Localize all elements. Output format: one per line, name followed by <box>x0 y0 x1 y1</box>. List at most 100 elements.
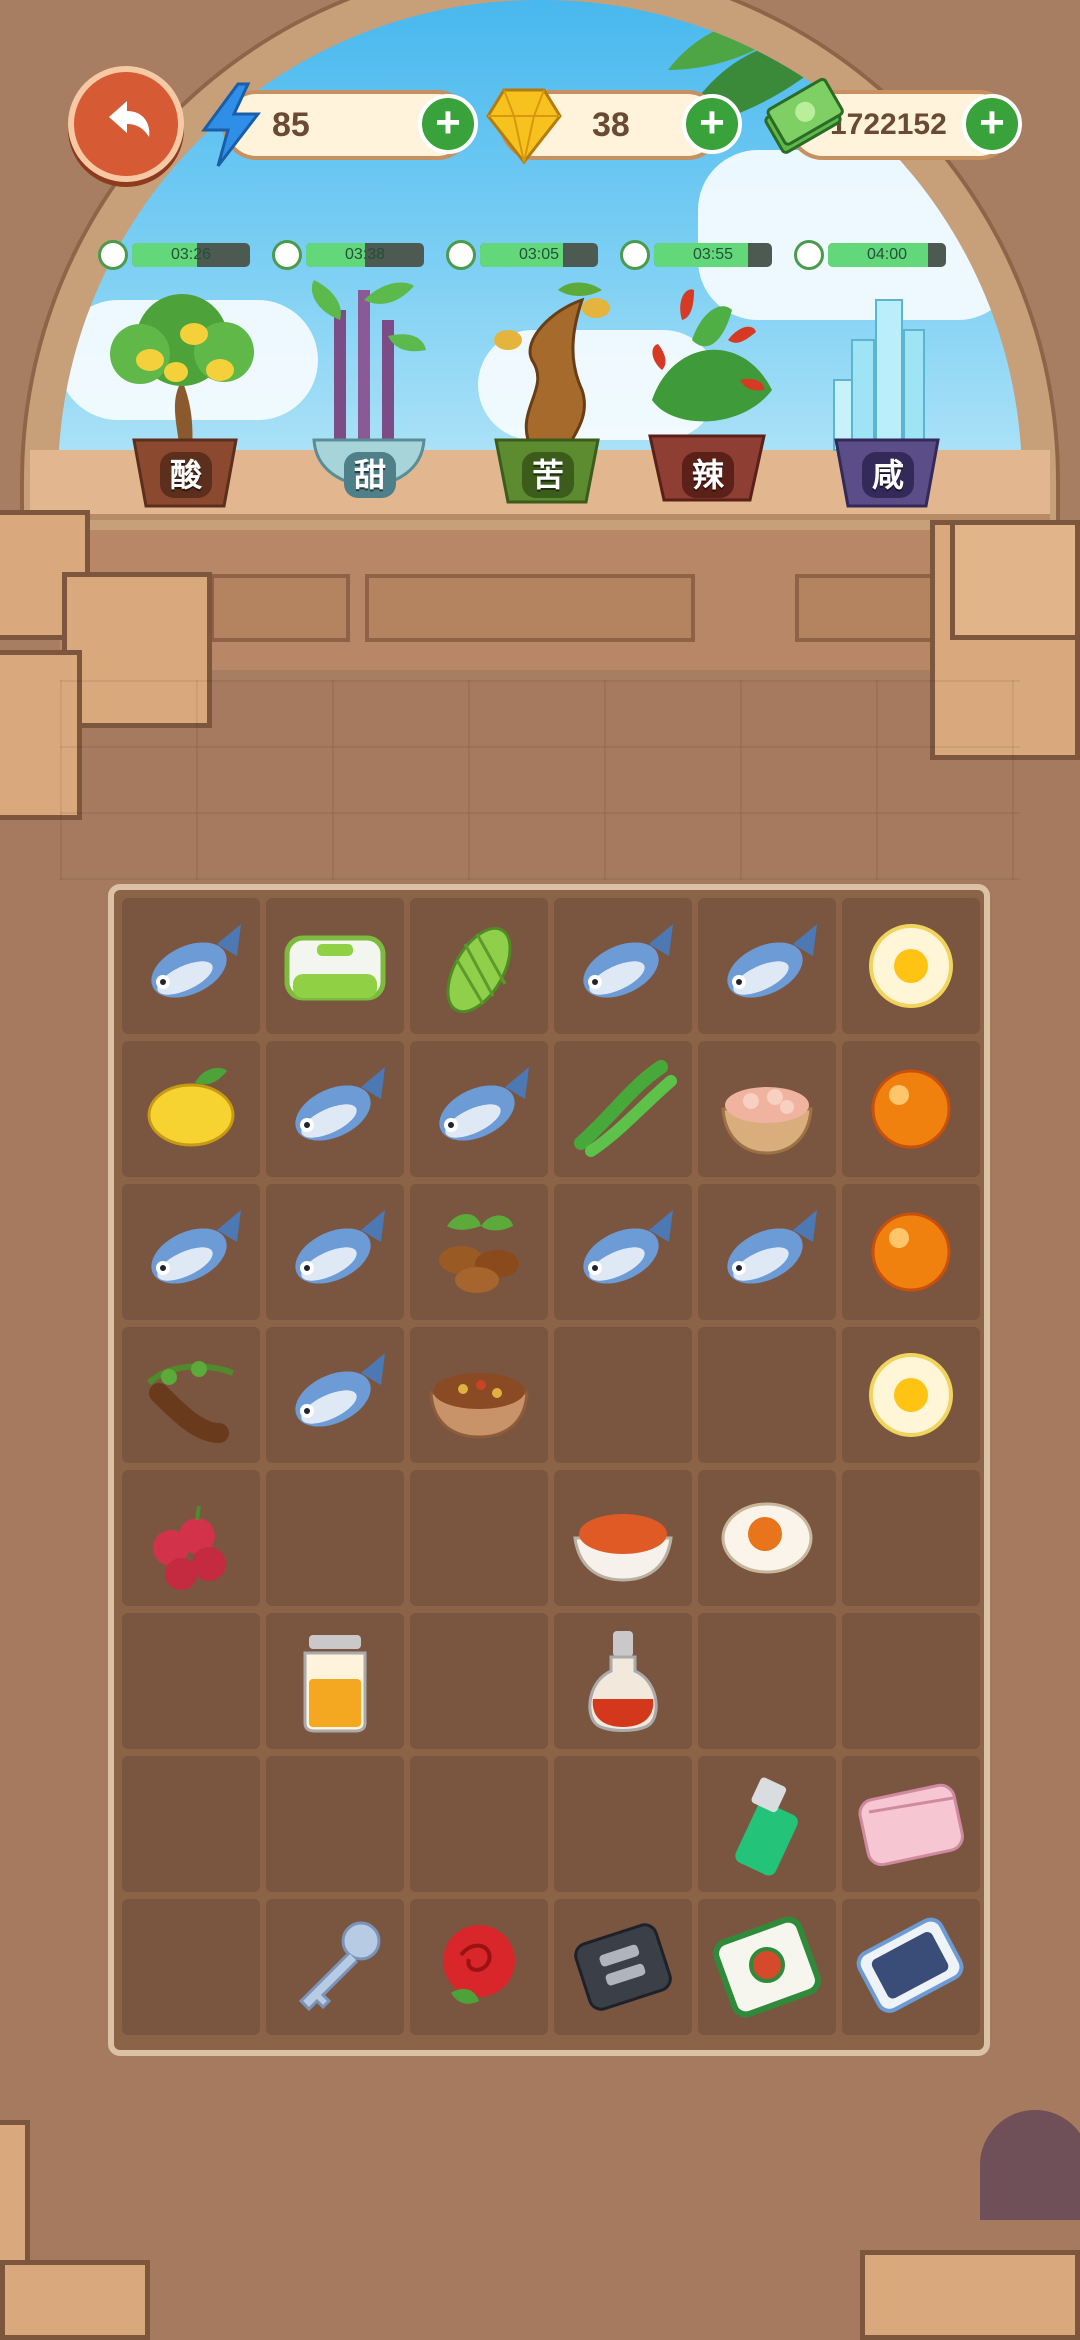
board-cell[interactable] <box>842 1613 980 1749</box>
jar <box>980 2110 1080 2220</box>
add-energy-button[interactable]: + <box>418 94 478 154</box>
fish-icon[interactable] <box>129 904 253 1028</box>
orange-gem-icon[interactable] <box>849 1047 973 1171</box>
fish-icon[interactable] <box>129 1190 253 1314</box>
car-key-icon[interactable] <box>561 1905 685 2029</box>
fish-icon[interactable] <box>417 1047 541 1171</box>
board-cell[interactable] <box>410 1756 548 1892</box>
board-cell[interactable] <box>698 1327 836 1463</box>
board-cell[interactable] <box>266 1756 404 1892</box>
fried-egg-icon[interactable] <box>849 1333 973 1457</box>
board-cell[interactable] <box>266 1899 404 2035</box>
board-cell[interactable] <box>842 898 980 1034</box>
board-cell[interactable] <box>842 1041 980 1177</box>
board-cell[interactable] <box>554 1470 692 1606</box>
board-cell[interactable] <box>698 1470 836 1606</box>
board-cell[interactable] <box>842 1184 980 1320</box>
plant-salty-crystal[interactable]: 咸 <box>812 280 962 510</box>
board-cell[interactable] <box>698 1899 836 2035</box>
floor <box>60 680 1020 880</box>
board-cell[interactable] <box>122 1899 260 2035</box>
board-cell[interactable] <box>122 1613 260 1749</box>
fish-icon[interactable] <box>273 1047 397 1171</box>
board-cell[interactable] <box>698 1041 836 1177</box>
fish-icon[interactable] <box>705 1190 829 1314</box>
board-cell[interactable] <box>122 1327 260 1463</box>
mixed-spices-icon[interactable] <box>417 1333 541 1457</box>
fish-icon[interactable] <box>705 904 829 1028</box>
key-icon[interactable] <box>273 1905 397 2029</box>
timer-text: 03:05 <box>518 246 560 263</box>
board-cell[interactable] <box>266 1613 404 1749</box>
fried-egg-icon[interactable] <box>849 904 973 1028</box>
board-cell[interactable] <box>122 898 260 1034</box>
board-cell[interactable] <box>266 898 404 1034</box>
board-cell[interactable] <box>554 898 692 1034</box>
pink-wallet-icon[interactable] <box>849 1762 973 1886</box>
board-cell[interactable] <box>266 1041 404 1177</box>
board-cell[interactable] <box>554 1899 692 2035</box>
board-cell[interactable] <box>122 1470 260 1606</box>
board-cell[interactable] <box>554 1041 692 1177</box>
fish-icon[interactable] <box>561 904 685 1028</box>
energy-value: 85 <box>272 106 310 144</box>
sauce-bottle-icon[interactable] <box>561 1619 685 1743</box>
add-cash-button[interactable]: + <box>962 94 1022 154</box>
board-cell[interactable] <box>122 1756 260 1892</box>
board-cell[interactable] <box>410 1470 548 1606</box>
fish-icon[interactable] <box>561 1190 685 1314</box>
clock-icon <box>98 240 128 270</box>
mahjong-tile-icon[interactable] <box>705 1905 829 2029</box>
board-cell[interactable] <box>410 1327 548 1463</box>
tamarind-icon[interactable] <box>129 1333 253 1457</box>
smartphone-icon[interactable] <box>849 1905 973 2029</box>
board-cell[interactable] <box>698 1613 836 1749</box>
plant-sweet-sugarcane[interactable]: 甜 <box>294 280 444 510</box>
pot-label: 酸 <box>160 452 212 498</box>
board-cell[interactable] <box>266 1327 404 1463</box>
orange-gem-icon[interactable] <box>849 1190 973 1314</box>
rose-icon[interactable] <box>417 1905 541 2029</box>
board-cell[interactable] <box>410 1041 548 1177</box>
minced-meat-icon[interactable] <box>705 1047 829 1171</box>
fish-icon[interactable] <box>273 1333 397 1457</box>
board-cell[interactable] <box>410 1184 548 1320</box>
board-cell[interactable] <box>122 1184 260 1320</box>
board-cell[interactable] <box>842 1327 980 1463</box>
lychee-icon[interactable] <box>129 1476 253 1600</box>
board-cell[interactable] <box>554 1756 692 1892</box>
coffee-beans-icon[interactable] <box>417 1190 541 1314</box>
board-cell[interactable] <box>842 1899 980 2035</box>
salted-egg-icon[interactable] <box>705 1476 829 1600</box>
add-gems-button[interactable]: + <box>682 94 742 154</box>
board-cell[interactable] <box>698 1184 836 1320</box>
board-cell[interactable] <box>698 1756 836 1892</box>
board-cell[interactable] <box>266 1470 404 1606</box>
board-cell[interactable] <box>554 1327 692 1463</box>
board-cell[interactable] <box>842 1470 980 1606</box>
board-cell[interactable] <box>842 1756 980 1892</box>
fish-icon[interactable] <box>273 1190 397 1314</box>
gem-value: 38 <box>592 106 630 144</box>
plant-sour-lemon-tree[interactable]: 酸 <box>110 280 260 510</box>
board-cell[interactable] <box>698 898 836 1034</box>
board-cell[interactable] <box>266 1184 404 1320</box>
lighter-icon[interactable] <box>705 1762 829 1886</box>
plant-spicy-chili[interactable]: 辣 <box>632 280 782 510</box>
board-cell[interactable] <box>410 1613 548 1749</box>
board-grid <box>122 898 980 2035</box>
lemon-icon[interactable] <box>129 1047 253 1171</box>
board-cell[interactable] <box>410 1899 548 2035</box>
board-cell[interactable] <box>410 898 548 1034</box>
lunchbox-icon[interactable] <box>273 904 397 1028</box>
bitter-melon-icon[interactable] <box>417 904 541 1028</box>
board-cell[interactable] <box>122 1041 260 1177</box>
board-cell[interactable] <box>554 1613 692 1749</box>
chili-powder-icon[interactable] <box>561 1476 685 1600</box>
crate <box>950 520 1080 640</box>
green-chili-icon[interactable] <box>561 1047 685 1171</box>
back-button[interactable] <box>68 66 184 182</box>
honey-jar-icon[interactable] <box>273 1619 397 1743</box>
plant-bitter-tree[interactable]: 苦 <box>472 280 622 510</box>
board-cell[interactable] <box>554 1184 692 1320</box>
